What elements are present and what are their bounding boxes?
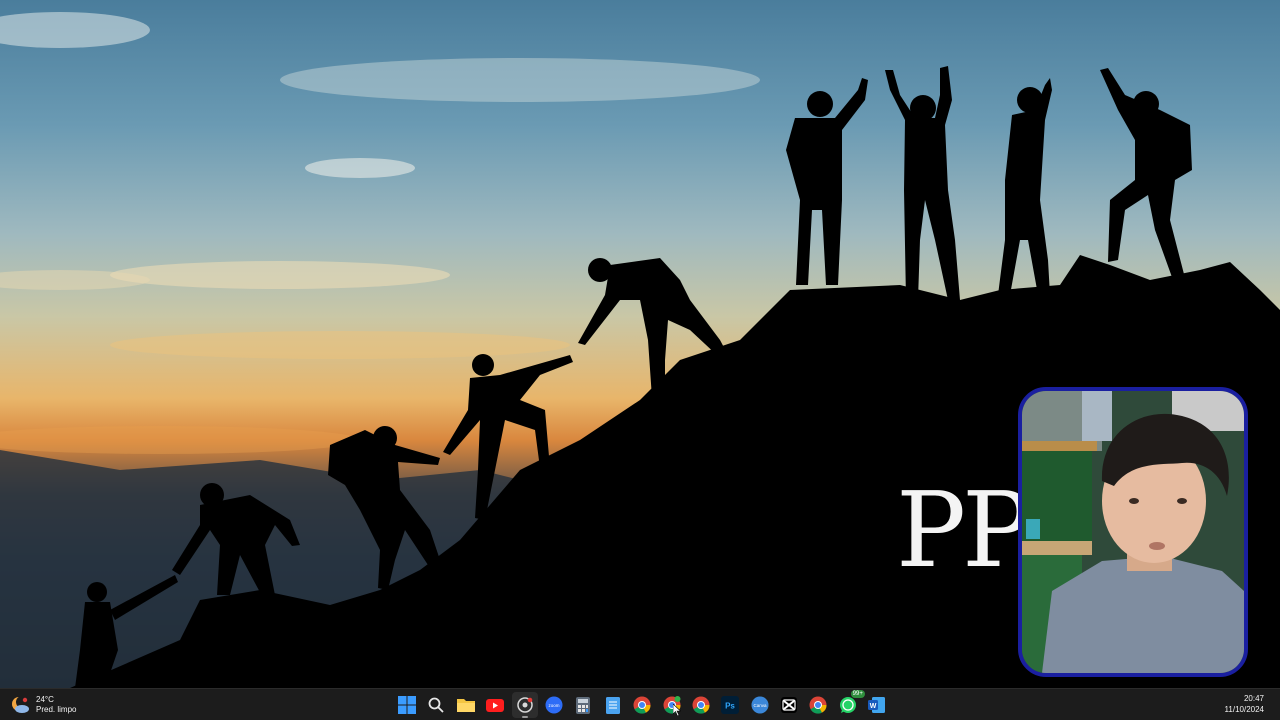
taskbar-chrome-profile[interactable] (511, 692, 538, 718)
webcam-person-image (1022, 391, 1244, 673)
capcut-icon (781, 697, 798, 713)
taskbar-clock[interactable]: 20:47 11/10/2024 (1225, 693, 1264, 715)
weather-widget[interactable]: 24°C Pred. limpo (10, 692, 76, 718)
taskbar-chrome[interactable] (629, 692, 655, 718)
folder-icon (456, 699, 475, 712)
windows-start-icon (398, 696, 416, 714)
taskbar-word[interactable]: W (864, 692, 890, 718)
svg-text:zoom: zoom (548, 703, 559, 708)
whatsapp-notification-badge: 99+ (850, 690, 865, 698)
notepad-icon (605, 696, 620, 714)
word-icon: W (868, 697, 886, 713)
taskbar-chrome-2[interactable] (688, 692, 714, 718)
taskbar-search-button[interactable] (423, 692, 449, 718)
wallpaper-overlay-text: PP (896, 469, 1032, 591)
taskbar-canva[interactable]: Canva (747, 692, 773, 718)
taskbar-youtube[interactable] (482, 692, 508, 718)
taskbar-chrome-alt[interactable] (659, 692, 685, 718)
active-indicator (521, 716, 528, 718)
youtube-icon (486, 698, 505, 712)
taskbar: 24°C Pred. limpo zoom Ps Canva 99+ W 20:… (0, 688, 1280, 720)
taskbar-whatsapp[interactable]: 99+ (835, 690, 865, 718)
taskbar-zoom[interactable]: zoom (541, 692, 567, 718)
clock-date: 11/10/2024 (1224, 705, 1264, 714)
chrome-3-icon (809, 696, 827, 714)
chrome-profile-icon (516, 697, 533, 713)
photoshop-icon: Ps (721, 696, 740, 714)
calculator-icon (576, 696, 591, 714)
taskbar-notepad[interactable] (600, 692, 626, 718)
whatsapp-icon (839, 697, 856, 713)
moon-cloud-icon (10, 695, 30, 715)
svg-text:Canva: Canva (753, 703, 767, 708)
chrome-2-icon (692, 696, 710, 714)
search-icon (428, 697, 445, 713)
svg-text:W: W (870, 703, 877, 710)
taskbar-chrome-3[interactable] (805, 692, 831, 718)
zoom-icon: zoom (545, 696, 563, 714)
canva-icon: Canva (751, 696, 769, 714)
chrome-icon (633, 696, 651, 714)
taskbar-calculator[interactable] (570, 692, 596, 718)
clock-time: 20:47 (1243, 694, 1264, 703)
weather-description: Pred. limpo (36, 705, 77, 714)
taskbar-file-explorer[interactable] (453, 692, 479, 718)
svg-text:Ps: Ps (725, 702, 735, 711)
mouse-cursor-icon (672, 704, 681, 716)
webcam-overlay (1018, 387, 1248, 677)
weather-temperature: 24°C (36, 695, 54, 704)
taskbar-apps: zoom Ps Canva 99+ W (394, 690, 894, 718)
taskbar-capcut[interactable] (776, 692, 802, 718)
taskbar-photoshop[interactable]: Ps (717, 692, 743, 718)
start-button[interactable] (394, 692, 420, 718)
